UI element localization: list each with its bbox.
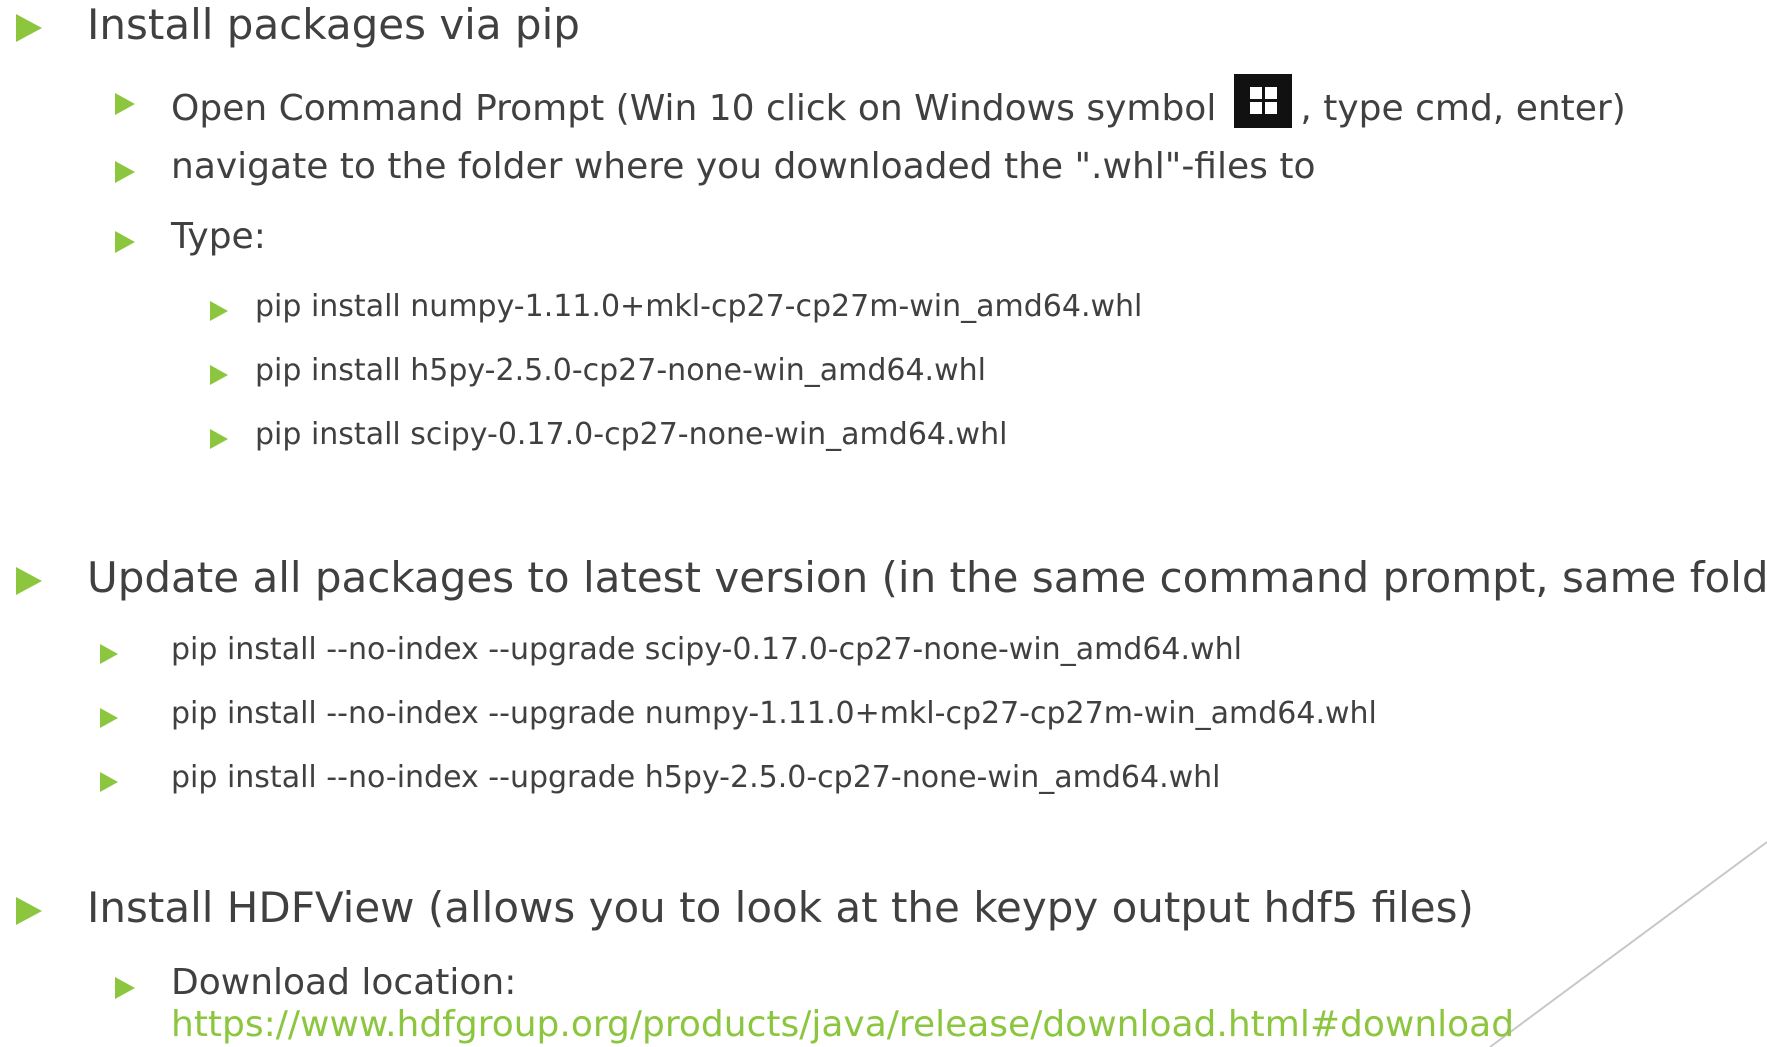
- triangle-bullet-icon: [115, 977, 135, 999]
- command-text: pip install scipy-0.17.0-cp27-none-win_a…: [255, 417, 1008, 452]
- triangle-bullet-icon: [210, 301, 228, 321]
- triangle-bullet-icon: [16, 567, 42, 595]
- open-prompt-text: Open Command Prompt (Win 10 click on Win…: [171, 88, 1217, 129]
- section-heading: Update all packages to latest version (i…: [87, 553, 1767, 602]
- triangle-bullet-icon: [16, 897, 42, 925]
- triangle-bullet-icon: [100, 708, 118, 728]
- triangle-bullet-icon: [16, 14, 42, 42]
- section-heading: Install HDFView (allows you to look at t…: [87, 883, 1474, 932]
- open-prompt-text-end: , type cmd, enter): [1300, 88, 1626, 129]
- command-text: pip install numpy-1.11.0+mkl-cp27-cp27m-…: [255, 289, 1143, 324]
- triangle-bullet-icon: [100, 644, 118, 664]
- command-text: pip install h5py-2.5.0-cp27-none-win_amd…: [255, 353, 986, 388]
- section-heading: Install packages via pip: [87, 0, 580, 49]
- triangle-bullet-icon: [115, 231, 135, 253]
- navigate-text: navigate to the folder where you downloa…: [171, 146, 1316, 187]
- triangle-bullet-icon: [100, 772, 118, 792]
- command-text: pip install --no-index --upgrade numpy-1…: [171, 696, 1377, 731]
- triangle-bullet-icon: [115, 93, 135, 115]
- triangle-bullet-icon: [115, 161, 135, 183]
- type-label: Type:: [171, 216, 266, 257]
- triangle-bullet-icon: [210, 365, 228, 385]
- command-text: pip install --no-index --upgrade scipy-0…: [171, 632, 1242, 667]
- download-link[interactable]: https://www.hdfgroup.org/products/java/r…: [171, 1004, 1514, 1045]
- download-label: Download location:: [171, 962, 517, 1003]
- windows-logo-icon: [1234, 74, 1293, 128]
- command-text: pip install --no-index --upgrade h5py-2.…: [171, 760, 1221, 795]
- triangle-bullet-icon: [210, 429, 228, 449]
